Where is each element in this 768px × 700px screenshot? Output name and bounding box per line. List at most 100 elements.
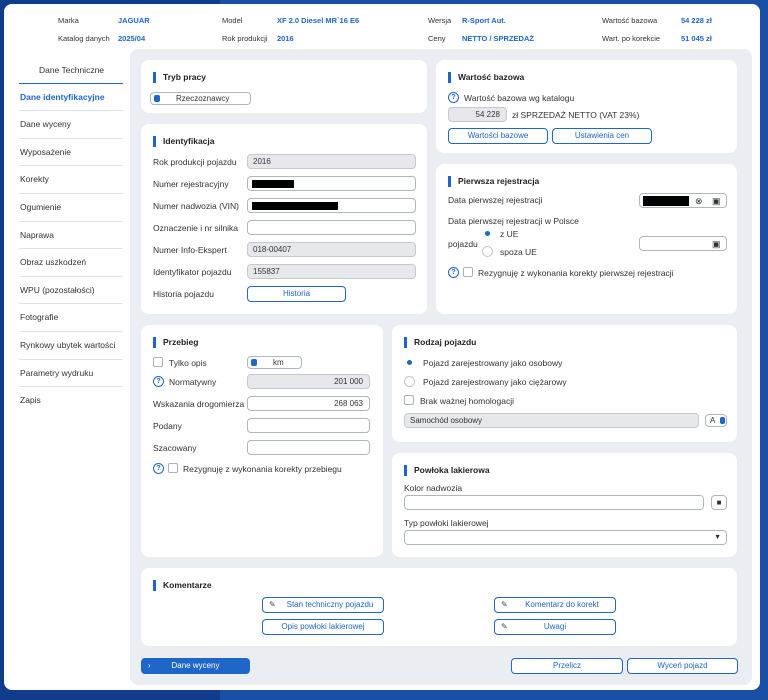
- chevron-right-icon: ›: [148, 661, 151, 670]
- sidebar-item-6[interactable]: Naprawa: [19, 222, 123, 250]
- redaction: [643, 196, 689, 206]
- spoza-ue-label: spoza UE: [500, 247, 537, 257]
- polska-label: Data pierwszej rejestracji w Polsce: [448, 216, 579, 226]
- tylko-opis-checkbox[interactable]: [153, 357, 163, 367]
- help-icon[interactable]: ?: [153, 376, 164, 387]
- pencil-icon: ✎: [269, 600, 276, 609]
- data-rej-field[interactable]: ⊗ ▣: [639, 193, 727, 208]
- sidebar-item-7[interactable]: Obraz uszkodzeń: [19, 249, 123, 277]
- bookmark-icon: ■: [716, 498, 722, 507]
- spoza-ue-radio[interactable]: [482, 246, 493, 257]
- podany-field[interactable]: [247, 418, 370, 433]
- calendar-icon[interactable]: ▣: [712, 196, 721, 206]
- button-label: Stan techniczny pojazdu: [286, 600, 374, 609]
- wersja-value: R-Sport Aut.: [462, 16, 506, 25]
- vehicle-header: Marka JAGUAR Katalog danych 2025/04 Mode…: [4, 4, 760, 50]
- pojazdu-label: pojazdu: [448, 239, 478, 249]
- kolor-label: Kolor nadwozia: [404, 483, 463, 493]
- sidebar-nav: Dane Techniczne Dane identyfikacyjne Dane …: [19, 56, 123, 415]
- komentarz-korekt-button[interactable]: ✎ Komentarz do korekt: [494, 597, 616, 613]
- powloka-title: Powłoka lakierowa: [404, 465, 490, 476]
- pencil-icon: ✎: [501, 622, 508, 631]
- z-ue-label: z UE: [500, 229, 519, 239]
- sidebar-item-12[interactable]: Zapis: [19, 387, 123, 415]
- sidebar-item-1[interactable]: Dane identyfikacyjne: [19, 84, 123, 112]
- sidebar-item-8[interactable]: WPU (pozostałości): [19, 277, 123, 305]
- kolor-field[interactable]: [404, 495, 704, 510]
- przebieg-panel: Przebieg Tylko opis km ? Normatywny 201 …: [141, 325, 383, 557]
- marka-label: Marka: [58, 16, 79, 25]
- typ-pojazdu-field: Samochód osobowy: [404, 413, 699, 428]
- unit-toggle[interactable]: km: [247, 356, 302, 369]
- rejestracja-title: Pierwsza rejestracja: [448, 176, 539, 187]
- sidebar-item-2[interactable]: Dane wyceny: [19, 111, 123, 139]
- stan-techniczny-button[interactable]: ✎ Stan techniczny pojazdu: [262, 597, 384, 613]
- rok-field: 2016: [247, 154, 416, 169]
- mode-label: Rzeczoznawcy: [176, 94, 230, 103]
- model-value: XF 2.0 Diesel MR`16 E6: [277, 16, 360, 25]
- redaction: [252, 180, 294, 188]
- sidebar-item-5[interactable]: Ogumienie: [19, 194, 123, 222]
- help-icon[interactable]: ?: [153, 463, 164, 474]
- ceny-value: NETTO / SPRZEDAŻ: [462, 34, 534, 43]
- sidebar-item-3[interactable]: Wyposażenie: [19, 139, 123, 167]
- komentarze-panel: Komentarze ✎ Stan techniczny pojazdu Opis…: [141, 568, 737, 646]
- wersja-label: Wersja: [428, 16, 452, 25]
- rej-field[interactable]: [247, 176, 416, 191]
- rezygnuje-rej-label: Rezygnuję z wykonania korekty pierwszej …: [478, 268, 674, 278]
- sidebar-item-4[interactable]: Korekty: [19, 166, 123, 194]
- typ-powloki-select[interactable]: ▼: [404, 530, 727, 545]
- bookmark-button[interactable]: ■: [711, 495, 727, 510]
- help-icon[interactable]: ?: [448, 267, 459, 278]
- rezygnuje-przebieg-checkbox[interactable]: [168, 463, 178, 473]
- dane-wyceny-button[interactable]: › Dane wyceny: [141, 658, 250, 674]
- tryb-title: Tryb pracy: [153, 72, 206, 83]
- mode-toggle[interactable]: Rzeczoznawcy: [150, 92, 251, 105]
- rodzaj-panel: Rodzaj pojazdu Pojazd zarejestrowany jak…: [392, 325, 737, 442]
- wb-label: Wartość bazowa: [602, 16, 658, 25]
- info-label: Numer Info-Ekspert: [153, 245, 227, 255]
- main-content: Tryb pracy Rzeczoznawcy Identyfikacja Ro…: [130, 49, 752, 685]
- powloka-panel: Powłoka lakierowa Kolor nadwozia ■ Typ p…: [392, 453, 737, 557]
- podany-label: Podany: [153, 421, 182, 431]
- hist-label: Historia pojazdu: [153, 289, 214, 299]
- historia-button[interactable]: Historia: [247, 286, 346, 302]
- wk-label: Wart. po korekcie: [602, 34, 661, 43]
- toggle-knob: [154, 95, 160, 102]
- toggle-knob: [720, 417, 725, 424]
- wsk-field[interactable]: 268 063: [247, 396, 370, 411]
- data-polska-field[interactable]: ▣: [639, 236, 727, 251]
- ustawienia-cen-button[interactable]: Ustawienia cen: [552, 128, 652, 144]
- uwagi-button[interactable]: ✎ Uwagi: [494, 619, 616, 635]
- pencil-icon: ✎: [501, 600, 508, 609]
- katalog-value: 2025/04: [118, 34, 146, 43]
- silnik-field[interactable]: [247, 220, 416, 235]
- przebieg-title: Przebieg: [153, 337, 198, 348]
- ciezarowy-radio[interactable]: [404, 376, 415, 387]
- homologacja-checkbox[interactable]: [404, 395, 414, 405]
- sidebar-item-11[interactable]: Parametry wydruku: [19, 360, 123, 388]
- opis-powloki-button[interactable]: Opis powłoki lakierowej: [262, 619, 384, 635]
- sidebar-item-10[interactable]: Rynkowy ubytek wartości: [19, 332, 123, 360]
- code-toggle[interactable]: A: [705, 414, 727, 427]
- rodzaj-title: Rodzaj pojazdu: [404, 337, 476, 348]
- idp-field: 155837: [247, 264, 416, 279]
- osobowy-radio[interactable]: [404, 357, 415, 368]
- clear-icon[interactable]: ⊗: [695, 196, 703, 206]
- osobowy-label: Pojazd zarejestrowany jako osobowy: [423, 358, 563, 368]
- vin-field[interactable]: [247, 198, 416, 213]
- wycen-pojazd-button[interactable]: Wyceń pojazd: [627, 658, 738, 674]
- przelicz-button[interactable]: Przelicz: [511, 658, 623, 674]
- rok-label: Rok produkcji pojazdu: [153, 157, 237, 167]
- z-ue-radio[interactable]: [482, 228, 493, 239]
- calendar-icon[interactable]: ▣: [712, 239, 721, 249]
- sidebar-item-9[interactable]: Fotografie: [19, 304, 123, 332]
- szac-field[interactable]: [247, 440, 370, 455]
- tryb-panel: Tryb pracy Rzeczoznawcy: [141, 60, 427, 113]
- rezygnuje-rej-checkbox[interactable]: [463, 267, 473, 277]
- wartosci-bazowe-button[interactable]: Wartości bazowe: [448, 128, 548, 144]
- komentarze-title: Komentarze: [153, 580, 212, 591]
- help-icon[interactable]: ?: [448, 92, 459, 103]
- norm-label: Normatywny: [169, 377, 217, 387]
- sidebar-item-0[interactable]: Dane Techniczne: [19, 56, 123, 84]
